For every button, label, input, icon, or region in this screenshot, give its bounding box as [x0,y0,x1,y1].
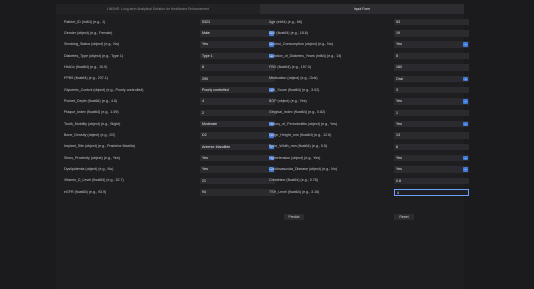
form-row-history-of-periodontitis: History_of_Periodontitis (object) (e.g.,… [56,120,469,128]
field-label: History_of_Periodontitis (object) (e.g.,… [269,121,338,126]
field-label: OHI_Score (float64) (e.g., 3.02) [269,87,320,92]
reset-button[interactable]: Reset [394,214,414,220]
field-label: Bone_Width_mm (float64) (e.g., 5.5) [269,144,328,149]
chevron-down-icon: ⌄ [463,155,468,161]
select-cardiovascular-disease[interactable]: Yes ⌄ [394,166,469,173]
field-value: 13 [396,133,400,138]
field-label: Alcohol_Consumption (object) (e.g., No) [269,42,333,47]
field-label: Cardiovascular_Disease (object) (e.g., N… [269,167,337,172]
form-row-cardiovascular-disease: Cardiovascular_Disease (object) (e.g., N… [56,166,469,173]
field-value: Yes [396,99,402,104]
input-form: Patient_ID (int64) (e.g., 1) 5323 Gender (… [56,14,469,289]
chevron-down-icon: ⌄ [463,121,468,127]
chevron-down-icon: ⌄ [463,42,468,47]
chevron-down-icon: ⌄ [463,167,468,172]
form-row-gingival-index: Gingival_Index (float64) (e.g., 0.82) 1 [56,109,469,117]
chevron-down-icon: ⌄ [463,76,468,81]
input-fbg[interactable]: 180 [394,64,469,71]
field-value: Oral [396,76,403,81]
field-label: Duration_of_Diabetes_Years (int64) (e.g.… [269,53,342,58]
form-row-creatinine: Creatinine (float64) (e.g., 0.78) 0.8 [56,177,469,185]
form-row-tsh-level: TSH_Level (float64) (e.g., 3.16) 4 [56,189,469,196]
form-row-bmi: BMI (float64) (e.g., 18.6) 19 [56,30,469,37]
input-bmi[interactable]: 19 [394,30,469,37]
field-label: Age (int64) (e.g., 68) [269,19,302,24]
field-label: Gingival_Index (float64) (e.g., 0.82) [269,110,326,115]
field-value: 1 [396,110,398,115]
field-label: TSH_Level (float64) (e.g., 3.16) [269,189,320,194]
form-row-duration-of-diabetes-years: Duration_of_Diabetes_Years (int64) (e.g.… [56,52,469,60]
tab-bar: LINSHE: Long-term Analytical Solution fo… [56,4,464,14]
input-age[interactable]: 53 [394,18,469,26]
field-value: 180 [396,65,402,70]
input-creatinine[interactable]: 0.8 [394,177,469,185]
input-ohi-score[interactable]: 3 [394,86,469,94]
field-value: 0.8 [396,178,401,183]
form-row-bone-width-mm: Bone_Width_mm (float64) (e.g., 5.5) 6 [56,143,469,151]
field-value: 5 [396,53,398,58]
field-label: BMI (float64) (e.g., 18.6) [269,30,308,35]
form-row-bop: BOP (object) (e.g., Yes) Yes ⌄ [56,98,469,105]
field-label: Ridge_Height_mm (float64) (e.g., 12.6) [269,133,332,137]
field-label: BOP (object) (e.g., Yes) [269,98,307,103]
form-row-age: Age (int64) (e.g., 68) 53 [56,18,469,26]
tab-input-form[interactable]: Input Form [260,4,464,14]
form-row-hypertension: Hypertension (object) (e.g., Yes) Yes ⌄ [56,154,469,162]
field-value: Yes [396,167,402,172]
form-row-medication: Medication (object) (e.g., Oral) Oral ⌄ [56,75,469,82]
field-value: Yes [396,155,402,160]
field-value: 19 [396,31,400,36]
field-value: Yes [396,42,402,47]
field-label: Hypertension (object) (e.g., Yes) [269,155,321,160]
input-bone-width-mm[interactable]: 6 [394,143,469,151]
form-row-fbg: FBG (float64) (e.g., 157.0) 180 [56,64,469,71]
select-medication[interactable]: Oral ⌄ [394,75,469,82]
field-value: 53 [396,19,400,24]
predict-button[interactable]: Predict [284,214,304,220]
input-tsh-level[interactable]: 4 [394,189,469,196]
field-value: 3 [396,87,398,92]
select-bop[interactable]: Yes ⌄ [394,98,469,105]
input-ridge-height-mm[interactable]: 13 [394,132,469,139]
field-value: 4 [397,191,399,195]
field-value: 6 [396,144,398,149]
select-history-of-periodontitis[interactable]: Yes ⌄ [394,120,469,128]
form-row-ridge-height-mm: Ridge_Height_mm (float64) (e.g., 12.6) 13 [56,132,469,139]
field-value: Yes [396,121,402,126]
form-row-ohi-score: OHI_Score (float64) (e.g., 3.02) 3 [56,86,469,94]
form-row-alcohol-consumption: Alcohol_Consumption (object) (e.g., No) Y… [56,41,469,48]
chevron-down-icon: ⌄ [463,99,468,104]
tab-overview[interactable]: LINSHE: Long-term Analytical Solution fo… [56,4,260,14]
field-label: FBG (float64) (e.g., 157.0) [269,64,311,69]
select-hypertension[interactable]: Yes ⌄ [394,154,469,162]
input-gingival-index[interactable]: 1 [394,109,469,117]
field-label: Medication (object) (e.g., Oral) [269,76,318,81]
field-label: Creatinine (float64) (e.g., 0.78) [269,178,318,183]
select-alcohol-consumption[interactable]: Yes ⌄ [394,41,469,48]
input-duration-of-diabetes-years[interactable]: 5 [394,52,469,60]
